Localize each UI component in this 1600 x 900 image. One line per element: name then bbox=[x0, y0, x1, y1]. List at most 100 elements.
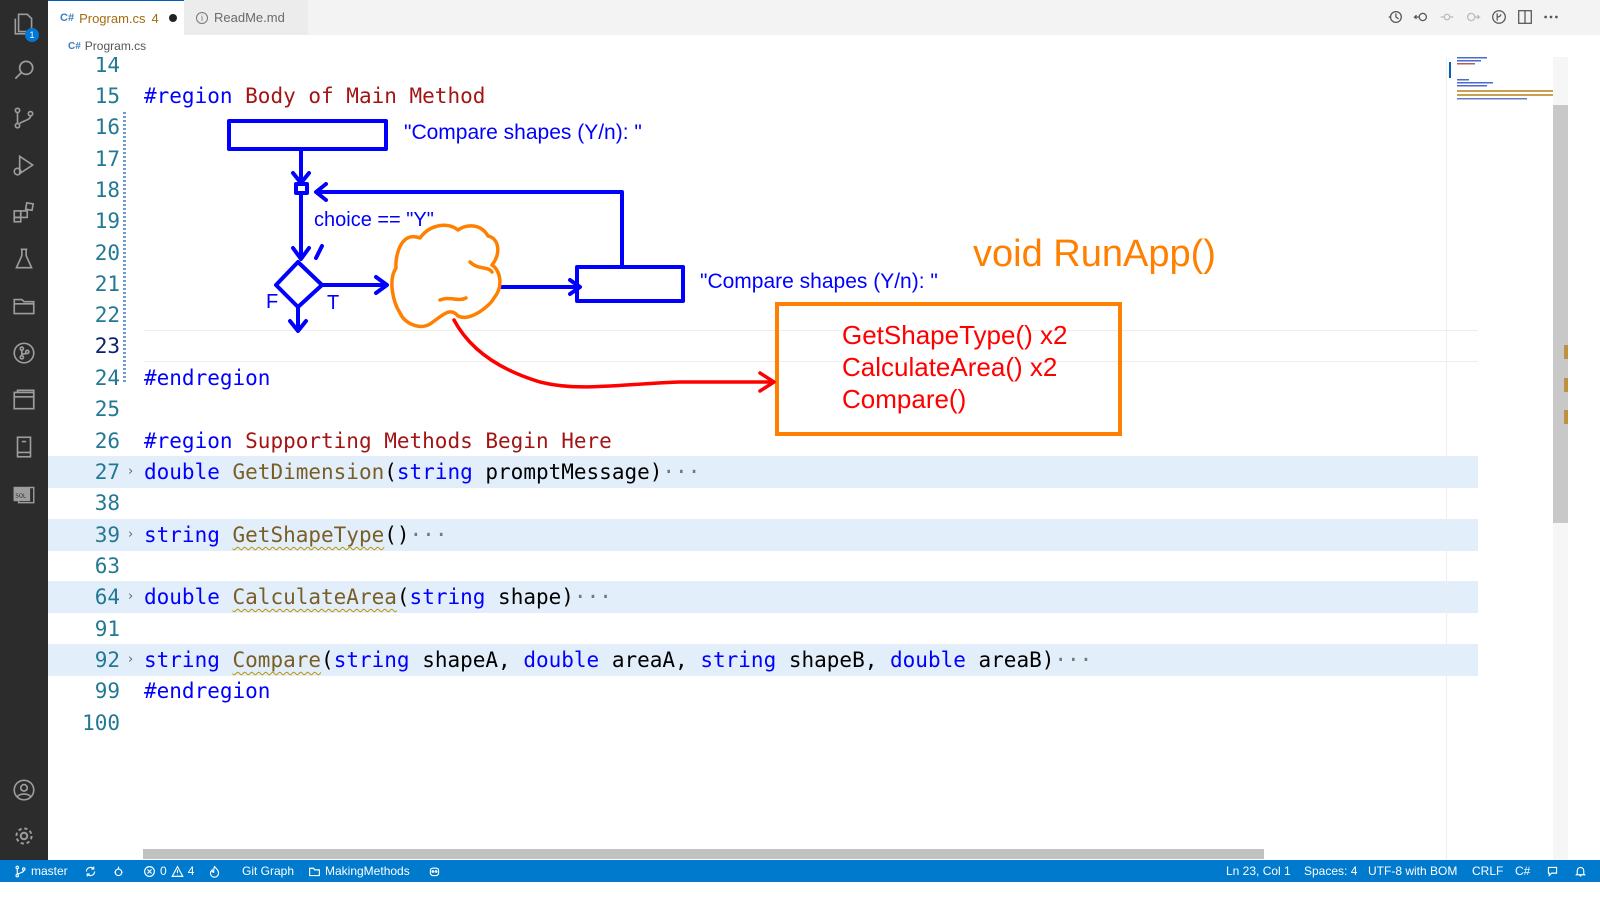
code-line[interactable]: 22 bbox=[48, 299, 1478, 331]
problems-indicator[interactable]: 0 4 bbox=[143, 860, 194, 882]
extensions-icon bbox=[13, 201, 35, 223]
code-line[interactable]: 20 bbox=[48, 237, 1478, 269]
line-number: 25 bbox=[94, 397, 120, 421]
code-line[interactable]: 17 bbox=[48, 143, 1478, 175]
folded-method-compare[interactable]: 92 › string Compare(string shapeA, doubl… bbox=[48, 644, 1478, 676]
folded-method-getdimension[interactable]: 27 › double GetDimension(string promptMe… bbox=[48, 456, 1478, 488]
line-number: 17 bbox=[94, 147, 120, 171]
code-line[interactable]: 18 bbox=[48, 174, 1478, 206]
extensions-button[interactable] bbox=[0, 192, 48, 232]
manage-button[interactable] bbox=[0, 816, 48, 856]
sync-icon bbox=[85, 866, 96, 876]
git-lens-icon[interactable] bbox=[1490, 8, 1508, 26]
line-number: 64 bbox=[94, 585, 120, 609]
cursor-position[interactable]: Ln 23, Col 1 bbox=[1226, 860, 1291, 882]
fold-chevron-icon[interactable]: › bbox=[128, 581, 133, 613]
book-button[interactable] bbox=[0, 427, 48, 467]
branch-name: master bbox=[31, 864, 68, 878]
line-number: 20 bbox=[94, 241, 120, 265]
code-line[interactable]: 24 #endregion bbox=[48, 362, 1478, 394]
file-encoding[interactable]: UTF-8 with BOM bbox=[1368, 860, 1457, 882]
testing-button[interactable] bbox=[0, 239, 48, 279]
true-label: T bbox=[327, 292, 340, 314]
folder-icon bbox=[13, 298, 35, 315]
indentation[interactable]: Spaces: 4 bbox=[1304, 860, 1357, 882]
copilot-button[interactable] bbox=[428, 860, 441, 882]
code-line[interactable]: 25 bbox=[48, 393, 1478, 425]
folded-method-calculatearea[interactable]: 64 › double CalculateArea(string shape)·… bbox=[48, 581, 1478, 613]
method-signature: string Compare(string shapeA, double are… bbox=[144, 648, 1093, 672]
split-editor-icon[interactable] bbox=[1516, 8, 1534, 26]
explorer-button[interactable]: 1 bbox=[0, 4, 48, 44]
code-line[interactable]: 91 bbox=[48, 613, 1478, 645]
debug-button[interactable] bbox=[112, 860, 125, 882]
fold-chevron-icon[interactable]: › bbox=[128, 644, 133, 676]
git-graph-status[interactable]: Git Graph bbox=[242, 860, 294, 882]
tab-bar: C# Program.cs 4 i ReadMe.md bbox=[48, 0, 1600, 35]
folded-method-getshapetype[interactable]: 39 › string GetShapeType()··· bbox=[48, 519, 1478, 551]
branch-indicator[interactable]: master bbox=[14, 860, 68, 882]
code-line[interactable]: 26 #region Supporting Methods Begin Here bbox=[48, 425, 1478, 457]
warning-icon bbox=[170, 864, 184, 877]
unsaved-dot-icon[interactable] bbox=[168, 14, 177, 22]
breadcrumb-file[interactable]: Program.cs bbox=[85, 39, 146, 53]
code-line[interactable]: 14 bbox=[48, 57, 1478, 81]
notifications-button[interactable] bbox=[1574, 860, 1587, 882]
info-icon: i bbox=[196, 11, 208, 24]
activity-bar: 1 SQL bbox=[0, 0, 48, 882]
next-change-icon[interactable] bbox=[1464, 8, 1482, 26]
prompt-label-right: "Compare shapes (Y/n): " bbox=[700, 270, 938, 293]
copilot-icon bbox=[429, 866, 440, 876]
run-debug-button[interactable] bbox=[0, 145, 48, 185]
calls-list: GetShapeType() x2 CalculateArea() x2 Com… bbox=[842, 319, 1067, 415]
previous-change-icon[interactable] bbox=[1438, 8, 1456, 26]
line-number: 23 bbox=[94, 334, 120, 358]
fold-chevron-icon[interactable]: › bbox=[128, 519, 133, 551]
source-control-icon bbox=[14, 107, 34, 129]
sql-button[interactable]: SQL bbox=[0, 474, 48, 514]
timeline-icon[interactable] bbox=[1386, 8, 1404, 26]
scroll-warning-marker bbox=[1564, 378, 1568, 392]
more-actions-icon[interactable] bbox=[1542, 8, 1560, 26]
code-line[interactable]: 16 bbox=[48, 111, 1478, 143]
warning-count: 4 bbox=[187, 864, 195, 878]
accounts-button[interactable] bbox=[0, 770, 48, 810]
vertical-scroll-thumb[interactable] bbox=[1553, 105, 1568, 523]
code-line[interactable]: 19 bbox=[48, 205, 1478, 237]
flame-icon bbox=[209, 865, 220, 878]
method-signature: double GetDimension(string promptMessage… bbox=[144, 460, 701, 484]
feedback-button[interactable] bbox=[1546, 860, 1559, 882]
line-number: 24 bbox=[94, 366, 120, 390]
minimap[interactable] bbox=[1446, 57, 1557, 860]
code-line[interactable]: 15 #region Body of Main Method bbox=[48, 80, 1478, 112]
code-line[interactable]: 100 bbox=[48, 707, 1478, 739]
tab-readme-md[interactable]: i ReadMe.md bbox=[184, 0, 308, 35]
folder-button[interactable] bbox=[0, 286, 48, 326]
project-indicator[interactable]: MakingMethods bbox=[308, 860, 410, 882]
code-line[interactable]: 99 #endregion bbox=[48, 675, 1478, 707]
fold-chevron-icon[interactable]: › bbox=[128, 456, 133, 488]
line-number: 26 bbox=[94, 429, 120, 453]
code-line[interactable]: 63 bbox=[48, 550, 1478, 582]
line-number: 99 bbox=[94, 679, 120, 703]
region-directive: #region Supporting Methods Begin Here bbox=[144, 429, 612, 453]
source-control-button[interactable] bbox=[0, 98, 48, 138]
line-ending[interactable]: CRLF bbox=[1472, 860, 1503, 882]
tab-program-cs[interactable]: C# Program.cs 4 bbox=[48, 0, 184, 35]
code-line[interactable]: 38 bbox=[48, 487, 1478, 519]
breadcrumb[interactable]: C# Program.cs bbox=[48, 35, 1600, 57]
search-button[interactable] bbox=[0, 50, 48, 90]
code-editor[interactable]: 14 15 #region Body of Main Method 16 17 1… bbox=[48, 57, 1526, 860]
settings-gear-icon bbox=[15, 827, 33, 845]
flame-button[interactable] bbox=[208, 860, 221, 882]
editor-toolbar bbox=[1386, 8, 1560, 26]
panel-button[interactable] bbox=[0, 380, 48, 420]
language-mode[interactable]: C# bbox=[1515, 860, 1530, 882]
panel-icon bbox=[13, 389, 35, 410]
git-graph-button[interactable] bbox=[0, 333, 48, 373]
sync-button[interactable] bbox=[84, 860, 97, 882]
go-back-icon[interactable] bbox=[1412, 8, 1430, 26]
line-number: 27 bbox=[94, 460, 120, 484]
horizontal-scroll-thumb[interactable] bbox=[143, 849, 1264, 859]
code-line[interactable]: 23 bbox=[48, 330, 1478, 362]
